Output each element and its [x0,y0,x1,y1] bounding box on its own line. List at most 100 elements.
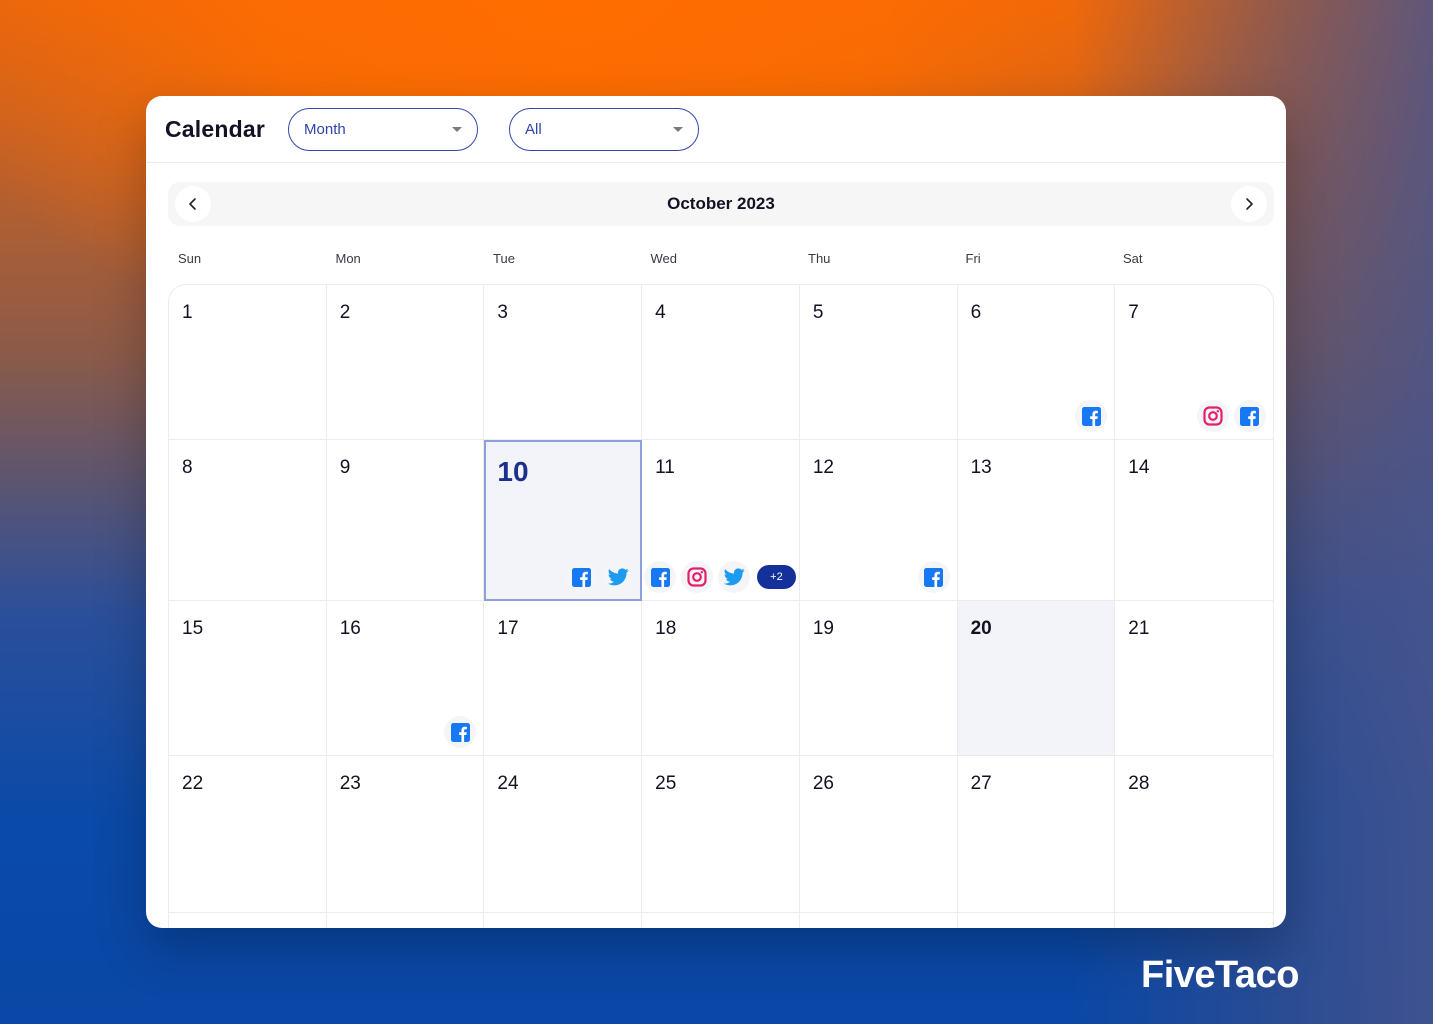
chevron-left-icon [189,198,196,210]
day-number: 27 [970,773,992,794]
calendar-day-17[interactable]: 17 [484,601,643,756]
weekday-label: Fri [965,251,981,266]
event-twitter[interactable] [602,561,635,593]
day-number: 11 [655,457,675,478]
calendar-day-empty[interactable] [1115,913,1273,928]
month-label: October 2023 [667,194,775,213]
facebook-icon [571,567,591,587]
event-list [444,716,477,748]
event-list [1075,400,1108,432]
view-select-value: Month [304,120,346,138]
instagram-icon [1203,406,1223,426]
view-select[interactable]: Month [288,107,479,151]
calendar-day-18[interactable]: 18 [642,601,800,756]
calendar-day-14[interactable]: 14 [1115,440,1273,601]
calendar-day-24[interactable]: 24 [484,756,643,913]
day-number: 1 [182,302,193,323]
weekday-label: Tue [493,251,515,266]
calendar-day-5[interactable]: 5 [799,285,958,440]
caret-down-icon [452,126,463,132]
day-number: 25 [655,773,677,794]
day-number: 21 [1128,618,1150,639]
day-number: 24 [497,773,519,794]
event-instagram[interactable] [1196,400,1229,432]
day-number: 7 [1128,302,1139,323]
page-title: Calendar [165,115,266,142]
month-navigation: October 2023 [168,182,1274,226]
filter-select[interactable]: All [509,107,700,151]
calendar-day-empty[interactable] [169,913,327,928]
calendar-day-8[interactable]: 8 [169,440,327,601]
day-number: 19 [812,618,834,639]
event-facebook[interactable] [644,561,677,593]
calendar-day-13[interactable]: 13 [957,440,1116,601]
weekday-label: Thu [808,251,831,266]
event-facebook[interactable] [1075,400,1108,432]
weekday-label: Sun [178,251,202,266]
calendar-day-11[interactable]: 11 +2 [642,440,800,601]
calendar-day-26[interactable]: 26 [799,756,958,913]
facebook-icon [650,567,670,587]
facebook-icon [1081,406,1101,426]
event-facebook[interactable] [565,561,598,593]
facebook-icon [1240,406,1260,426]
day-number: 18 [655,618,677,639]
calendar-day-empty[interactable] [327,913,485,928]
event-instagram[interactable] [681,561,714,593]
calendar-day-28[interactable]: 28 [1115,756,1273,913]
day-number: 3 [497,302,508,323]
calendar-grid: 1 2 3 4 5 6 7 8 9 10 11 +2 12 13 14 15 16 17 18 19 20 21 22 23 2… [168,284,1274,928]
calendar-day-empty[interactable] [642,913,800,928]
day-number: 14 [1128,457,1150,478]
calendar-day-1[interactable]: 1 [169,285,327,440]
calendar-day-16[interactable]: 16 [326,601,485,756]
next-month-button[interactable] [1231,186,1267,222]
calendar-day-3[interactable]: 3 [484,285,643,440]
prev-month-button[interactable] [175,186,211,222]
calendar-card: Calendar Month All October 2023 Sun Mon Tu… [146,96,1286,928]
calendar-day-12[interactable]: 12 [799,440,958,601]
caret-down-icon [673,126,684,132]
event-facebook[interactable] [1233,400,1266,432]
event-facebook[interactable] [917,561,950,593]
twitter-icon [723,568,745,586]
event-facebook[interactable] [444,716,477,748]
day-number: 13 [970,457,992,478]
day-number: 26 [812,773,834,794]
event-twitter[interactable] [718,561,751,593]
calendar-day-20[interactable]: 20 [957,601,1116,756]
calendar-day-4[interactable]: 4 [642,285,800,440]
day-number: 22 [182,773,204,794]
calendar-day-10[interactable]: 10 [484,440,643,601]
calendar-day-19[interactable]: 19 [799,601,958,756]
chevron-right-icon [1246,198,1253,210]
calendar-day-6[interactable]: 6 [957,285,1116,440]
weekday-label: Sat [1123,251,1143,266]
calendar-day-empty[interactable] [484,913,643,928]
day-number: 5 [812,302,824,323]
calendar-day-15[interactable]: 15 [169,601,327,756]
facebook-icon [924,567,944,587]
more-events-badge[interactable]: +2 [757,565,796,589]
calendar-day-23[interactable]: 23 [326,756,485,913]
calendar-day-21[interactable]: 21 [1115,601,1273,756]
twitter-icon [607,568,629,586]
day-number: 10 [497,456,529,487]
calendar-day-empty[interactable] [800,913,958,928]
brand-logo: FiveTaco [1141,954,1299,996]
day-number: 8 [182,457,193,478]
day-number: 20 [970,618,992,639]
calendar-day-empty[interactable] [958,913,1116,928]
calendar-day-22[interactable]: 22 [169,756,327,913]
weekday-label: Wed [650,251,678,266]
calendar-day-27[interactable]: 27 [957,756,1116,913]
day-number: 17 [497,618,519,639]
instagram-icon [687,567,707,587]
calendar-day-2[interactable]: 2 [326,285,485,440]
day-number: 16 [339,618,361,639]
calendar-day-25[interactable]: 25 [642,756,800,913]
calendar-day-7[interactable]: 7 [1115,285,1273,440]
calendar-day-9[interactable]: 9 [326,440,485,601]
day-number: 28 [1128,773,1150,794]
calendar-header: Calendar Month All [146,96,1286,163]
